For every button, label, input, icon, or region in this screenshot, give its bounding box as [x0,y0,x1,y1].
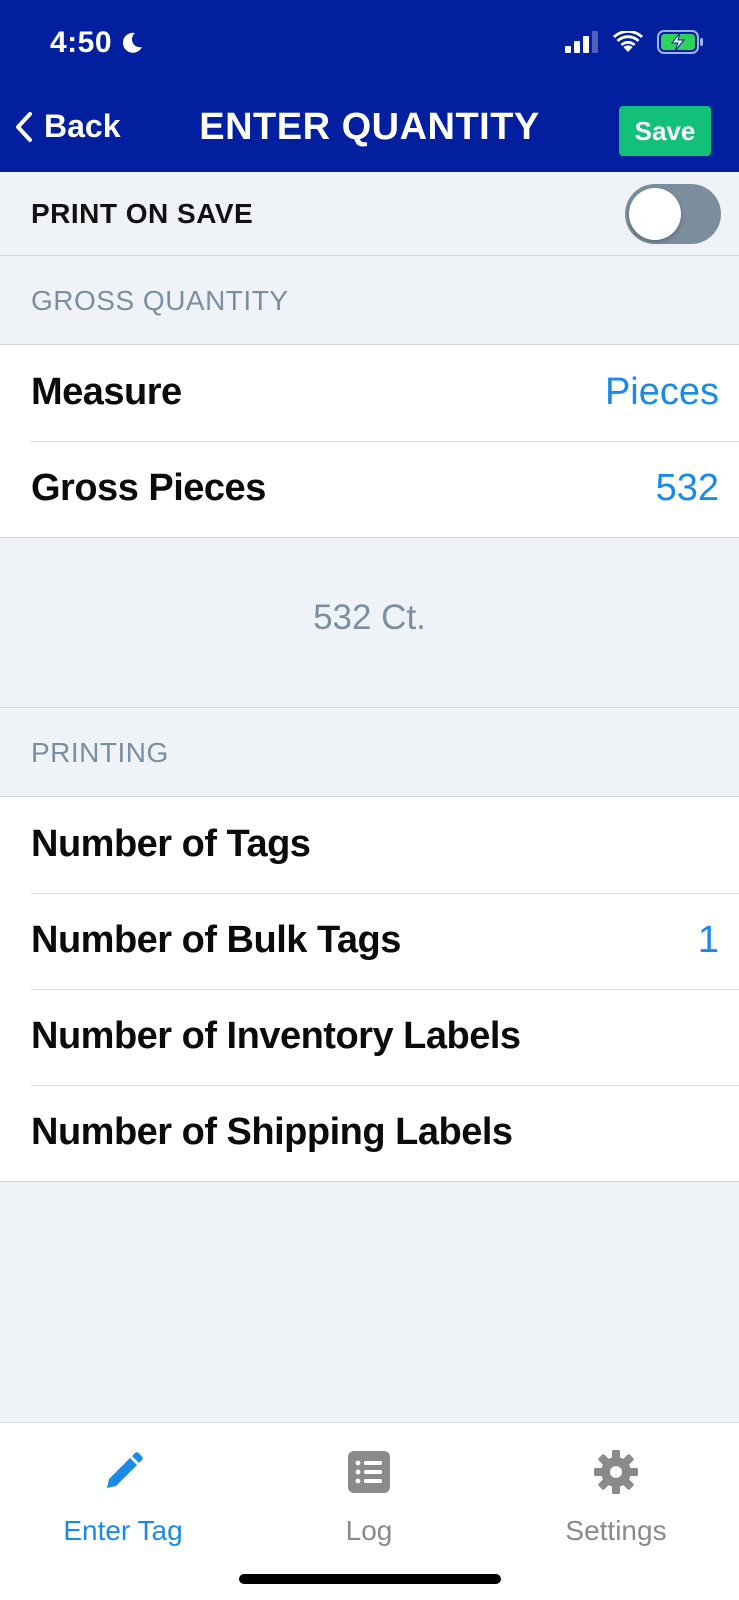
printing-section-header: PRINTING [0,709,739,797]
list-icon [348,1451,390,1493]
tab-enter-tag[interactable]: Enter Tag [33,1447,213,1547]
screen: 4:50 Back ENTER QUANTITY Save PRINT ON S… [0,0,739,1600]
toggle-knob [629,188,681,240]
time-text: 4:50 [50,26,113,59]
gross-pieces-value: 532 [655,467,719,509]
number-of-bulk-tags-row[interactable]: Number of Bulk Tags 1 [0,893,739,989]
gross-quantity-section-header: GROSS QUANTITY [0,257,739,345]
top-bar: 4:50 Back ENTER QUANTITY Save [0,0,739,172]
print-on-save-toggle[interactable] [625,184,721,244]
measure-row[interactable]: Measure Pieces [0,345,739,441]
pencil-icon [107,1452,143,1488]
wifi-icon [613,31,643,52]
moon-icon [122,32,143,53]
print-on-save-row: PRINT ON SAVE [0,172,739,256]
home-indicator[interactable] [239,1574,501,1584]
back-button[interactable]: Back [14,108,121,145]
gross-quantity-list: Measure Pieces Gross Pieces 532 [0,344,739,538]
chevron-left-icon [16,111,32,142]
status-icons [565,30,705,54]
printing-list: Number of Tags Number of Bulk Tags 1 Num… [0,796,739,1182]
cellular-signal-icon [565,31,598,53]
tab-log[interactable]: Log [279,1447,459,1547]
gross-pieces-row[interactable]: Gross Pieces 532 [0,441,739,537]
number-of-bulk-tags-value: 1 [697,919,719,961]
tab-settings[interactable]: Settings [526,1447,706,1547]
printing-header: PRINTING [31,737,169,768]
number-of-shipping-labels-label: Number of Shipping Labels [31,1111,513,1153]
tab-log-label: Log [345,1515,393,1546]
measure-value: Pieces [604,371,719,413]
back-label: Back [44,108,121,144]
number-of-inventory-labels-row[interactable]: Number of Inventory Labels [0,989,739,1085]
quantity-summary-text: 532 Ct. [313,598,426,637]
gross-quantity-header: GROSS QUANTITY [31,285,289,316]
tab-enter-tag-label: Enter Tag [63,1515,183,1546]
gross-pieces-label: Gross Pieces [31,467,266,509]
battery-charging-icon [657,30,703,54]
print-on-save-label: PRINT ON SAVE [31,198,254,229]
tab-settings-label: Settings [565,1515,667,1546]
number-of-inventory-labels-label: Number of Inventory Labels [31,1015,521,1057]
number-of-bulk-tags-label: Number of Bulk Tags [31,919,401,961]
status-time: 4:50 [50,26,144,60]
number-of-shipping-labels-row[interactable]: Number of Shipping Labels [0,1085,739,1181]
number-of-tags-label: Number of Tags [31,823,311,865]
quantity-summary: 532 Ct. [0,538,739,708]
measure-label: Measure [31,371,182,413]
save-button[interactable]: Save [619,106,711,156]
number-of-tags-row[interactable]: Number of Tags [0,797,739,893]
gear-icon [594,1450,638,1494]
